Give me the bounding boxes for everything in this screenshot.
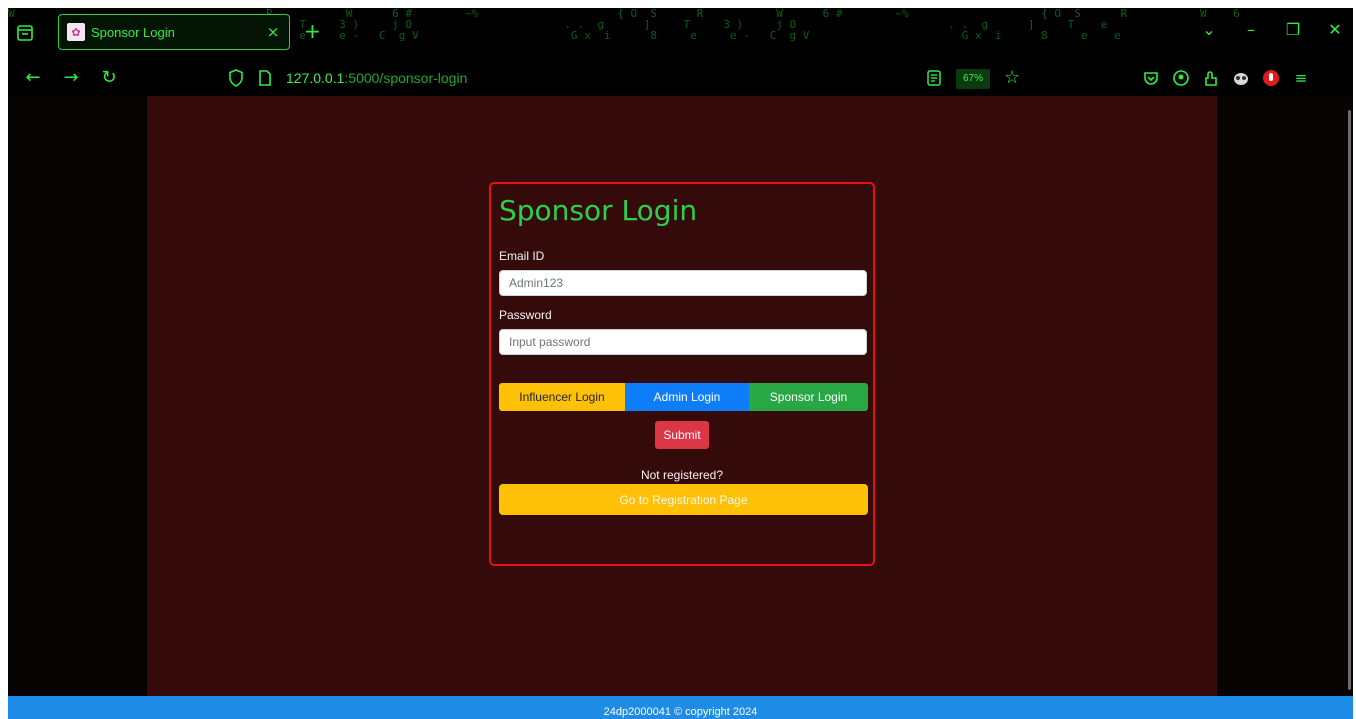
page-content: Sponsor Login Email ID Password Influenc… (147, 96, 1217, 696)
login-role-selector: Influencer Login Admin Login Sponsor Log… (499, 383, 868, 411)
tab-sponsor-login[interactable]: ✿ Sponsor Login × (58, 14, 290, 50)
tab-strip: ✿ Sponsor Login × + ⌄ – ❐ ✕ (8, 8, 1353, 56)
email-label: Email ID (499, 249, 545, 263)
admin-login-button[interactable]: Admin Login (625, 383, 749, 411)
page-info-icon[interactable] (258, 69, 272, 87)
zoom-level-badge[interactable]: 67% (956, 69, 991, 89)
bookmark-star-icon[interactable]: ☆ (1004, 67, 1020, 88)
page-viewport: Sponsor Login Email ID Password Influenc… (8, 96, 1353, 696)
privacy-badger-icon[interactable] (1231, 68, 1251, 88)
url-path: :5000/sponsor-login (344, 70, 468, 86)
chevron-down-icon[interactable]: ⌄ (1201, 20, 1217, 39)
email-field[interactable] (499, 270, 867, 296)
password-label: Password (499, 308, 552, 322)
reload-icon[interactable]: ↻ (98, 68, 120, 88)
pocket-icon[interactable] (1141, 68, 1161, 88)
page-title: Sponsor Login (499, 194, 698, 227)
extensions-icon[interactable] (1201, 68, 1221, 88)
submit-button[interactable]: Submit (655, 421, 709, 449)
window-controls: ⌄ – ❐ ✕ (1201, 20, 1343, 39)
forward-arrow-icon[interactable]: → (60, 68, 82, 88)
new-tab-icon[interactable]: + (304, 21, 321, 41)
lotus-favicon-icon: ✿ (67, 23, 85, 41)
login-card: Sponsor Login Email ID Password Influenc… (489, 182, 875, 566)
ublock-stop-icon[interactable] (1261, 68, 1281, 88)
account-icon[interactable] (1171, 68, 1191, 88)
close-tab-icon[interactable]: × (265, 23, 281, 41)
password-field[interactable] (499, 329, 867, 355)
tab-title: Sponsor Login (91, 24, 175, 40)
minimize-icon[interactable]: – (1243, 20, 1259, 39)
tab-list-icon[interactable] (16, 24, 34, 42)
registration-page-button[interactable]: Go to Registration Page (499, 484, 868, 515)
reader-view-icon[interactable] (926, 69, 942, 87)
navigation-bar: ← → ↻ 127.0.0.1:5000/sponsor-login 67% ☆ (8, 60, 1353, 96)
restore-icon[interactable]: ❐ (1285, 20, 1301, 39)
shield-icon[interactable] (228, 69, 244, 87)
address-bar[interactable]: 127.0.0.1:5000/sponsor-login (286, 70, 467, 86)
page-scrollbar[interactable] (1348, 110, 1351, 690)
not-registered-text: Not registered? (640, 468, 724, 482)
influencer-login-button[interactable]: Influencer Login (499, 383, 625, 411)
url-host: 127.0.0.1 (286, 70, 345, 86)
close-window-icon[interactable]: ✕ (1327, 20, 1343, 39)
sponsor-login-button[interactable]: Sponsor Login (749, 383, 868, 411)
footer: 24dp2000041 © copyright 2024 (8, 696, 1353, 719)
submit-wrapper: Submit (499, 421, 865, 449)
browser-window: W R W 6 # ~% { O S R W 6 # ~% { O S R W … (8, 8, 1353, 719)
menu-hamburger-icon[interactable]: ≡ (1291, 68, 1311, 88)
back-arrow-icon[interactable]: ← (22, 68, 44, 88)
